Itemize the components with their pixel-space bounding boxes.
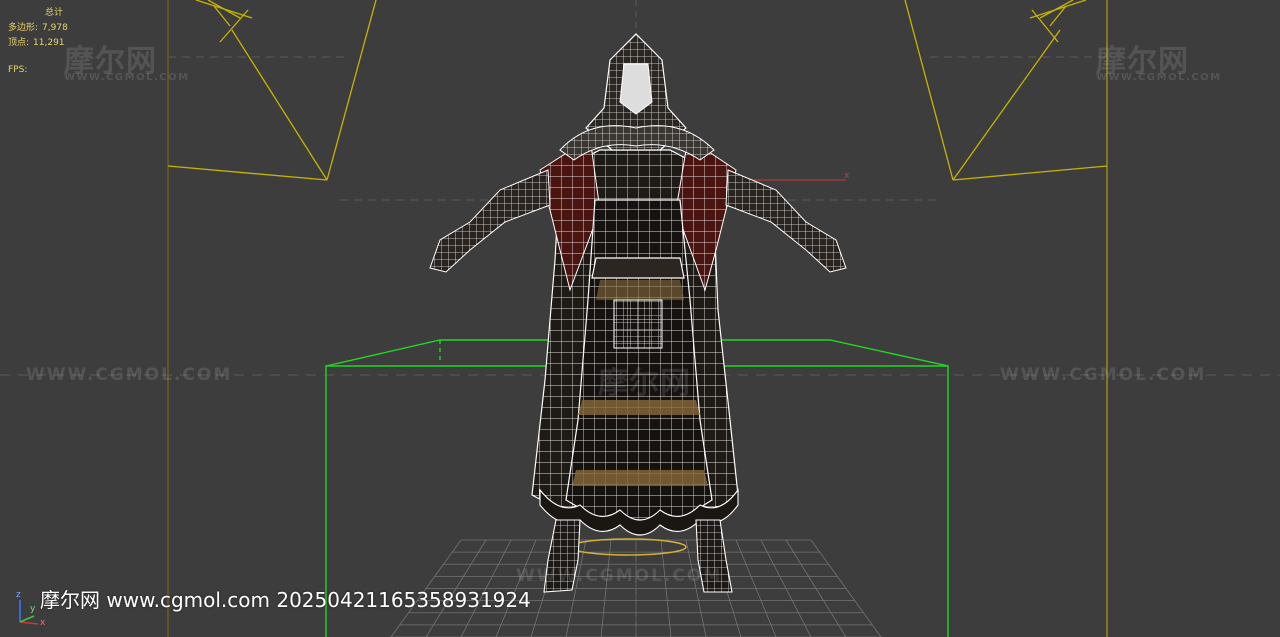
statistics-header: 总计	[45, 8, 64, 18]
watermark-url-left: WWW.CGMOL.COM	[64, 72, 190, 83]
axis-tripod-icon: z y x	[8, 590, 48, 630]
camera-right[interactable]	[904, 0, 1108, 181]
polygon-count-label: 多边形:	[8, 23, 39, 33]
watermark-logo-center: 摩尔网	[598, 366, 691, 401]
polygon-count: 多边形: 7,978	[8, 21, 68, 36]
character-model-wireframe[interactable]	[429, 33, 847, 593]
x-axis-marker: x	[844, 171, 850, 181]
vertex-count-value: 11,291	[33, 38, 65, 48]
belt-tassels	[613, 299, 663, 349]
axis-label-x: x	[40, 618, 46, 628]
perspective-viewport[interactable]: x 总计 多边形: 7,978 顶点: 11,291 FPS: 摩尔网 WWW.…	[0, 0, 1280, 637]
polygon-count-value: 7,978	[42, 23, 68, 33]
axis-label-y: y	[30, 604, 36, 614]
scene-canvas[interactable]: x	[0, 0, 1280, 637]
belt	[591, 257, 685, 279]
robe-trim	[578, 400, 700, 415]
viewport-statistics: 总计 多边形: 7,978 顶点: 11,291 FPS:	[8, 6, 68, 78]
watermark-url-mid-left: WWW.CGMOL.COM	[26, 365, 233, 385]
vertex-count: 顶点: 11,291	[8, 36, 68, 51]
watermark-url-bottom: WWW.CGMOL.COM	[516, 566, 723, 586]
fps-readout: FPS:	[8, 65, 28, 75]
watermark-url-right: WWW.CGMOL.COM	[1096, 72, 1222, 83]
camera-left[interactable]	[167, 0, 377, 181]
footer-watermark: 摩尔网 www.cgmol.com 20250421165358931924	[40, 588, 531, 612]
axis-label-z: z	[16, 590, 21, 600]
watermark-url-mid-right: WWW.CGMOL.COM	[1000, 365, 1207, 385]
vertex-count-label: 顶点:	[8, 38, 30, 48]
